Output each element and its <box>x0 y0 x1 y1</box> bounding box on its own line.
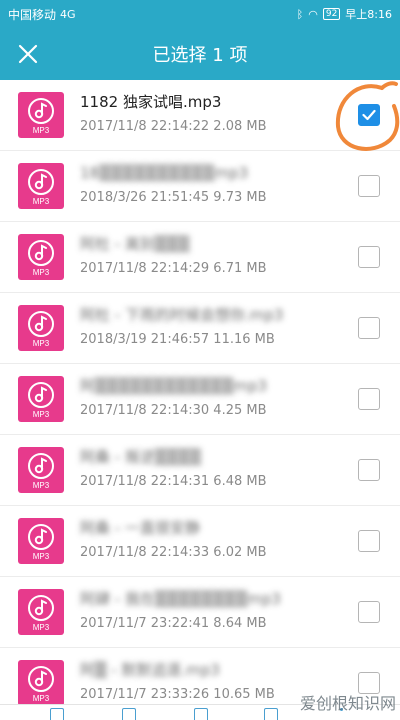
mp3-file-icon: MP3 <box>18 92 64 138</box>
file-ext-label: MP3 <box>32 339 50 348</box>
file-meta: 2018/3/19 21:46:57 11.16 MB <box>80 332 275 347</box>
file-row[interactable]: MP3 阿肆 - 我在▒▒▒▒▒▒▒▒mp3 2017/11/7 23:22:4… <box>0 577 400 648</box>
mp3-file-icon: MP3 <box>18 660 64 706</box>
signal-icon: 4G <box>60 7 76 21</box>
file-name: 阿桑 - 叛逆▒▒▒▒ <box>80 448 202 466</box>
file-ext-label: MP3 <box>32 410 50 419</box>
battery-icon: 92 <box>322 8 341 20</box>
file-meta: 2017/11/8 22:14:33 6.02 MB <box>80 545 267 560</box>
music-note-icon <box>28 240 54 266</box>
share-icon[interactable] <box>264 708 278 720</box>
file-ext-label: MP3 <box>32 481 50 490</box>
file-meta: 2017/11/8 22:14:30 4.25 MB <box>80 403 267 418</box>
select-checkbox[interactable] <box>358 672 380 694</box>
file-name: 阿杜 - 离别▒▒▒ <box>80 235 190 253</box>
bluetooth-icon: ᛒ <box>296 7 304 21</box>
select-checkbox[interactable] <box>358 317 380 339</box>
file-name: 阿▒▒▒▒▒▒▒▒▒▒▒▒mp3 <box>80 377 268 395</box>
file-meta: 2018/3/26 21:51:45 9.73 MB <box>80 190 267 205</box>
select-checkbox[interactable] <box>358 459 380 481</box>
select-checkbox[interactable] <box>358 175 380 197</box>
close-icon <box>18 44 38 64</box>
file-meta: 2017/11/7 23:33:26 10.65 MB <box>80 687 275 702</box>
select-checkbox[interactable] <box>358 246 380 268</box>
music-note-icon <box>28 595 54 621</box>
file-ext-label: MP3 <box>32 197 50 206</box>
delete-icon[interactable] <box>194 708 208 720</box>
music-note-icon <box>28 382 54 408</box>
file-ext-label: MP3 <box>32 623 50 632</box>
music-note-icon <box>28 524 54 550</box>
file-name: 18▒▒▒▒▒▒▒▒▒▒mp3 <box>80 164 249 182</box>
close-button[interactable] <box>0 28 56 80</box>
select-checkbox[interactable] <box>358 104 380 126</box>
selection-toolbar: 已选择 1 项 <box>0 28 400 80</box>
mp3-file-icon: MP3 <box>18 376 64 422</box>
select-checkbox[interactable] <box>358 388 380 410</box>
file-row[interactable]: MP3 阿杜 - 下雨的时候会想你.mp3 2018/3/19 21:46:57… <box>0 293 400 364</box>
mp3-file-icon: MP3 <box>18 589 64 635</box>
bottom-action-bar <box>0 704 400 720</box>
file-row[interactable]: MP3 阿▒▒▒▒▒▒▒▒▒▒▒▒mp3 2017/11/8 22:14:30 … <box>0 364 400 435</box>
copy-icon[interactable] <box>50 708 64 720</box>
file-row[interactable]: MP3 阿桑 - 一直很安静 2017/11/8 22:14:33 6.02 M… <box>0 506 400 577</box>
file-row[interactable]: MP3 阿桑 - 叛逆▒▒▒▒ 2017/11/8 22:14:31 6.48 … <box>0 435 400 506</box>
mp3-file-icon: MP3 <box>18 305 64 351</box>
checkmark-icon <box>362 109 376 121</box>
file-row[interactable]: MP3 1182 独家试唱.mp3 2017/11/8 22:14:22 2.0… <box>0 80 400 151</box>
status-bar: 中国移动 4G ᛒ ◠ 92 早上8:16 <box>0 0 400 28</box>
mp3-file-icon: MP3 <box>18 163 64 209</box>
select-checkbox[interactable] <box>358 601 380 623</box>
carrier-label: 中国移动 <box>8 7 57 22</box>
file-meta: 2017/11/8 22:14:31 6.48 MB <box>80 474 267 489</box>
move-icon[interactable] <box>122 708 136 720</box>
music-note-icon <box>28 666 54 692</box>
file-meta: 2017/11/7 23:22:41 8.64 MB <box>80 616 267 631</box>
file-name: 1182 独家试唱.mp3 <box>80 93 222 111</box>
file-name: 阿桑 - 一直很安静 <box>80 519 200 537</box>
file-ext-label: MP3 <box>32 552 50 561</box>
page-title: 已选择 1 项 <box>152 45 248 66</box>
file-name: 阿杜 - 下雨的时候会想你.mp3 <box>80 306 284 324</box>
file-ext-label: MP3 <box>32 268 50 277</box>
file-row[interactable]: MP3 18▒▒▒▒▒▒▒▒▒▒mp3 2018/3/26 21:51:45 9… <box>0 151 400 222</box>
mp3-file-icon: MP3 <box>18 234 64 280</box>
file-name: 阿▒ - 默默追逐.mp3 <box>80 661 220 679</box>
mp3-file-icon: MP3 <box>18 447 64 493</box>
music-note-icon <box>28 169 54 195</box>
file-meta: 2017/11/8 22:14:29 6.71 MB <box>80 261 267 276</box>
music-note-icon <box>28 311 54 337</box>
clock: 早上8:16 <box>345 8 392 21</box>
music-note-icon <box>28 98 54 124</box>
file-ext-label: MP3 <box>32 694 50 703</box>
file-list: MP3 1182 独家试唱.mp3 2017/11/8 22:14:22 2.0… <box>0 80 400 719</box>
select-checkbox[interactable] <box>358 530 380 552</box>
mp3-file-icon: MP3 <box>18 518 64 564</box>
music-note-icon <box>28 453 54 479</box>
more-icon[interactable] <box>340 708 343 711</box>
file-ext-label: MP3 <box>32 126 50 135</box>
file-meta: 2017/11/8 22:14:22 2.08 MB <box>80 119 267 134</box>
wifi-icon: ◠ <box>308 7 318 21</box>
file-row[interactable]: MP3 阿杜 - 离别▒▒▒ 2017/11/8 22:14:29 6.71 M… <box>0 222 400 293</box>
file-name: 阿肆 - 我在▒▒▒▒▒▒▒▒mp3 <box>80 590 281 608</box>
